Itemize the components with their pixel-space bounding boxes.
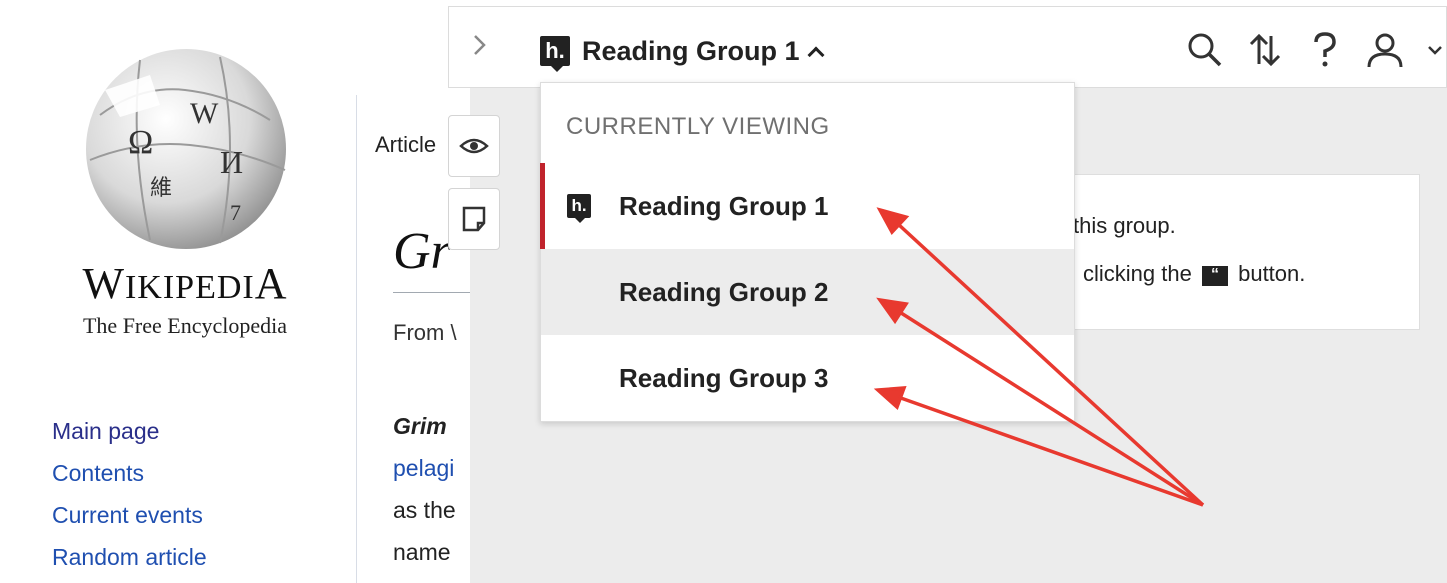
nav-link-current-events[interactable]: Current events — [52, 494, 207, 536]
svg-text:維: 維 — [150, 175, 172, 200]
article-body: Grim pelagi as the name — [393, 405, 456, 573]
article-from-line: From \ — [393, 320, 457, 345]
card-line-2: clicking the “ button. — [1083, 261, 1306, 286]
dropdown-heading: CURRENTLY VIEWING — [566, 113, 830, 140]
article-tab[interactable]: Article — [375, 132, 436, 158]
wikipedia-globe-logo[interactable]: Ω W И 維 7 — [80, 45, 292, 250]
group-item-reading-group-3[interactable]: Reading Group 3 — [541, 335, 1074, 421]
group-selector-button[interactable]: h. Reading Group 1 — [540, 33, 825, 72]
group-item-label: Reading Group 2 — [619, 276, 829, 307]
eye-icon — [459, 138, 489, 154]
user-icon[interactable] — [1365, 30, 1405, 70]
hypothesis-logo-icon: h. — [567, 194, 591, 223]
svg-text:И: И — [220, 144, 243, 180]
article-title: Gr — [393, 223, 451, 280]
note-icon — [462, 206, 486, 232]
svg-text:Ω: Ω — [128, 124, 153, 161]
sidebar-toggle-button[interactable] — [470, 32, 490, 65]
hypothesis-logo-icon: h. — [540, 36, 570, 72]
annotate-quote-icon: “ — [1201, 266, 1228, 286]
group-item-reading-group-2[interactable]: Reading Group 2 — [541, 249, 1074, 335]
wikipedia-wordmark: WIKIPEDIA — [82, 259, 288, 308]
nav-link-random-article[interactable]: Random article — [52, 536, 207, 578]
top-bar-icons — [1185, 30, 1445, 70]
wiki-divider — [356, 95, 357, 583]
help-icon[interactable] — [1305, 30, 1345, 70]
svg-text:7: 7 — [230, 200, 241, 225]
empty-state-card: this group. clicking the “ button. — [1060, 174, 1420, 330]
group-item-label: Reading Group 3 — [619, 362, 829, 393]
group-dropdown-menu: CURRENTLY VIEWING h. Reading Group 1 Rea… — [540, 82, 1075, 422]
svg-text:W: W — [190, 97, 219, 130]
article-line: name — [393, 539, 451, 565]
article-line: Grim — [393, 413, 447, 439]
group-item-label: Reading Group 1 — [619, 190, 829, 221]
nav-link-contents[interactable]: Contents — [52, 452, 207, 494]
wikipedia-tagline: The Free Encyclopedia — [82, 313, 287, 338]
card-line-1: this group. — [1073, 213, 1176, 238]
search-icon[interactable] — [1185, 30, 1225, 70]
nav-link-main-page[interactable]: Main page — [52, 410, 207, 452]
wikipedia-nav: Main page Contents Current events Random… — [52, 410, 207, 578]
sort-icon[interactable] — [1245, 30, 1285, 70]
group-item-reading-group-1[interactable]: h. Reading Group 1 — [540, 163, 1074, 249]
current-group-name: Reading Group 1 — [582, 35, 800, 66]
article-line: as the — [393, 497, 456, 523]
show-highlights-button[interactable] — [448, 115, 500, 177]
article-link[interactable]: pelagi — [393, 447, 456, 489]
wikipedia-sidebar: Ω W И 維 7 WIKIPEDIA The Free Encyclopedi… — [0, 0, 358, 583]
page-note-button[interactable] — [448, 188, 500, 250]
chevron-right-icon — [474, 35, 486, 55]
chevron-down-icon[interactable] — [1425, 30, 1445, 70]
chevron-up-icon — [807, 46, 825, 64]
